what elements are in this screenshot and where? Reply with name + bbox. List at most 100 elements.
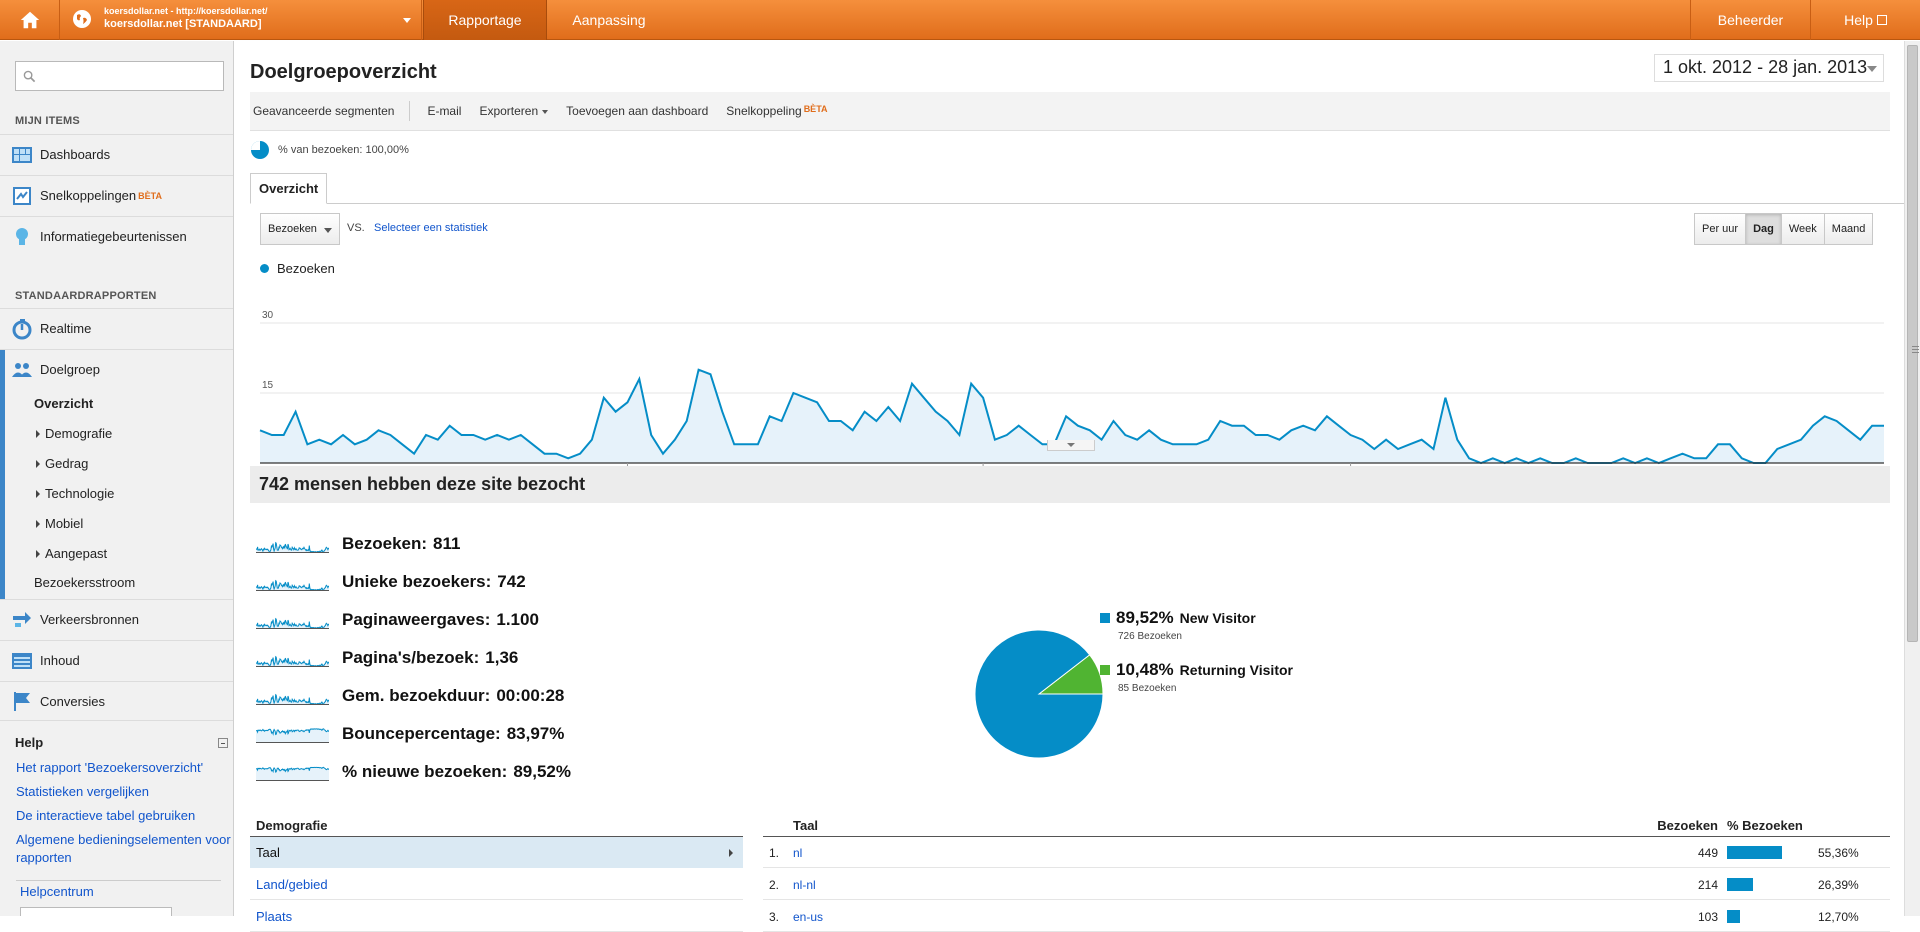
pct-visits-value: 55,36% <box>1818 846 1859 860</box>
demographics-row-language[interactable]: Taal <box>250 837 743 868</box>
account-selector[interactable]: koersdollar.net - http://koersdollar.net… <box>60 0 422 40</box>
metric-row[interactable]: Unieke bezoekers: 742 <box>256 570 526 594</box>
help-link-interactive-table[interactable]: De interactieve tabel gebruiken <box>16 807 231 825</box>
sidebar-item-custom[interactable]: Aangepast <box>34 546 107 561</box>
scrollbar-thumb[interactable] <box>1907 45 1919 642</box>
sidebar-item-behavior[interactable]: Gedrag <box>34 456 88 471</box>
help-section-title: Help <box>15 735 44 750</box>
add-to-dashboard-button[interactable]: Toevoegen aan dashboard <box>566 104 708 118</box>
metric-label: Unieke bezoekers: <box>342 572 492 591</box>
sidebar-item-label: Demografie <box>45 426 113 441</box>
sidebar-item-conversions[interactable]: Conversies <box>0 681 233 721</box>
sidebar-item-overview[interactable]: Overzicht <box>34 396 93 411</box>
sidebar-item-mobile[interactable]: Mobiel <box>34 516 83 531</box>
tab-overview[interactable]: Overzicht <box>250 173 328 204</box>
demographics-row-city[interactable]: Plaats <box>250 901 743 932</box>
home-button[interactable] <box>0 0 60 40</box>
expand-triangle-icon <box>36 490 40 498</box>
collapse-icon[interactable] <box>218 738 228 748</box>
pie-legend-returning-visitor: 10,48% Returning Visitor 85 Bezoeken <box>1100 660 1293 694</box>
y-tick-label: 15 <box>262 380 274 391</box>
date-range-picker[interactable]: 1 okt. 2012 - 28 jan. 2013 <box>1654 54 1884 82</box>
pct-visits-value: 26,39% <box>1818 878 1859 892</box>
sidebar-item-intelligence[interactable]: Informatiegebeurtenissen <box>0 216 233 256</box>
help-search-input[interactable] <box>20 907 172 916</box>
column-header-visits[interactable]: Bezoeken <box>1657 818 1718 833</box>
period-month-button[interactable]: Maand <box>1824 214 1873 244</box>
sidebar-item-label: Dashboards <box>40 147 111 162</box>
sidebar-item-label: Doelgroep <box>40 362 100 377</box>
advanced-segments-button[interactable]: Geavanceerde segmenten <box>253 104 394 118</box>
period-selector: Per uur Dag Week Maand <box>1694 213 1874 245</box>
divider <box>16 880 221 881</box>
expand-triangle-icon <box>36 430 40 438</box>
metric-value: 83,97% <box>506 724 565 743</box>
tab-reporting[interactable]: Rapportage <box>423 0 547 40</box>
toolbar-divider <box>409 101 411 121</box>
sidebar-item-content[interactable]: Inhoud <box>0 640 233 680</box>
sidebar-item-visitor-flow[interactable]: Bezoekersstroom <box>34 575 135 590</box>
sidebar-item-realtime[interactable]: Realtime <box>0 308 233 348</box>
period-week-button[interactable]: Week <box>1781 214 1825 244</box>
visits-value: 214 <box>1697 878 1718 892</box>
language-link[interactable]: nl-nl <box>793 878 816 892</box>
email-button[interactable]: E-mail <box>427 104 461 118</box>
metric-label: Bezoeken: <box>342 534 428 553</box>
sparkline <box>256 766 329 781</box>
column-header-language[interactable]: Taal <box>793 818 818 833</box>
help-center-link[interactable]: Helpcentrum <box>20 883 233 901</box>
pie-slice-new-visitor[interactable] <box>974 629 1104 759</box>
metric-row[interactable]: % nieuwe bezoeken: 89,52% <box>256 760 571 784</box>
metric-row[interactable]: Paginaweergaves: 1.100 <box>256 608 539 632</box>
legend-swatch <box>260 264 269 273</box>
sidebar-item-demographics[interactable]: Demografie <box>34 426 112 441</box>
metric-dropdown[interactable]: Bezoeken <box>260 213 340 245</box>
sidebar-item-technology[interactable]: Technologie <box>34 486 114 501</box>
period-day-button[interactable]: Dag <box>1746 214 1782 244</box>
language-link[interactable]: en-us <box>793 910 823 924</box>
metric-row[interactable]: Pagina's/bezoek: 1,36 <box>256 646 518 670</box>
admin-link[interactable]: Beheerder <box>1690 0 1810 40</box>
table-row[interactable]: 3. en-us 103 12,70% <box>763 901 1890 932</box>
tab-customize[interactable]: Aanpassing <box>548 0 670 40</box>
language-link[interactable]: nl <box>793 846 802 860</box>
sidebar-item-dashboards[interactable]: Dashboards <box>0 134 233 174</box>
search-input[interactable] <box>15 61 224 91</box>
sidebar-item-label: Gedrag <box>45 456 89 471</box>
realtime-icon <box>12 318 32 339</box>
help-link[interactable]: Help <box>1810 0 1920 40</box>
help-link-report-controls[interactable]: Algemene bedieningselementen voor rappor… <box>16 831 231 867</box>
page-title: Doelgroepoverzicht <box>250 61 437 83</box>
metric-row[interactable]: Bouncepercentage: 83,97% <box>256 722 564 746</box>
sidebar-item-label: Snelkoppelingen <box>40 188 137 203</box>
help-label: Help <box>1844 12 1873 28</box>
chart-resize-handle[interactable] <box>1047 440 1095 451</box>
metric-value: 742 <box>497 572 526 591</box>
tab-divider <box>250 203 1904 204</box>
sidebar-item-traffic-sources[interactable]: Verkeersbronnen <box>0 599 233 639</box>
shortcut-button[interactable]: Snelkoppeling BÈTA <box>726 104 827 118</box>
metric-row[interactable]: Bezoeken: 811 <box>256 532 460 556</box>
table-row[interactable]: 2. nl-nl 214 26,39% <box>763 869 1890 900</box>
select-metric-link[interactable]: Selecteer een statistiek <box>374 222 488 234</box>
help-link-compare-metrics[interactable]: Statistieken vergelijken <box>16 783 231 801</box>
metric-row[interactable]: Gem. bezoekduur: 00:00:28 <box>256 684 564 708</box>
demographics-row-country[interactable]: Land/gebied <box>250 869 743 900</box>
metric-label: Pagina's/bezoek: <box>342 648 480 667</box>
chevron-down-icon <box>403 18 411 23</box>
metric-label: % nieuwe bezoeken: <box>342 762 508 781</box>
sidebar-item-label: Verkeersbronnen <box>40 612 140 627</box>
period-hourly-button[interactable]: Per uur <box>1695 214 1747 244</box>
export-button[interactable]: Exporteren <box>479 104 549 118</box>
vertical-scrollbar[interactable] <box>1904 41 1920 916</box>
legend-name: Returning Visitor <box>1179 662 1293 678</box>
help-link-visitors-overview[interactable]: Het rapport 'Bezoekersoverzicht' <box>16 759 231 777</box>
sidebar-item-audience[interactable]: Doelgroep <box>0 349 233 389</box>
column-header-pct-visits[interactable]: % Bezoeken <box>1727 818 1803 833</box>
sidebar-item-shortcuts[interactable]: Snelkoppelingen BÈTA <box>0 175 233 215</box>
metric-value: 1.100 <box>496 610 539 629</box>
table-row[interactable]: 1. nl 449 55,36% <box>763 837 1890 868</box>
chevron-down-icon <box>1867 66 1877 72</box>
sparkline <box>256 617 329 629</box>
expand-triangle-icon <box>36 460 40 468</box>
